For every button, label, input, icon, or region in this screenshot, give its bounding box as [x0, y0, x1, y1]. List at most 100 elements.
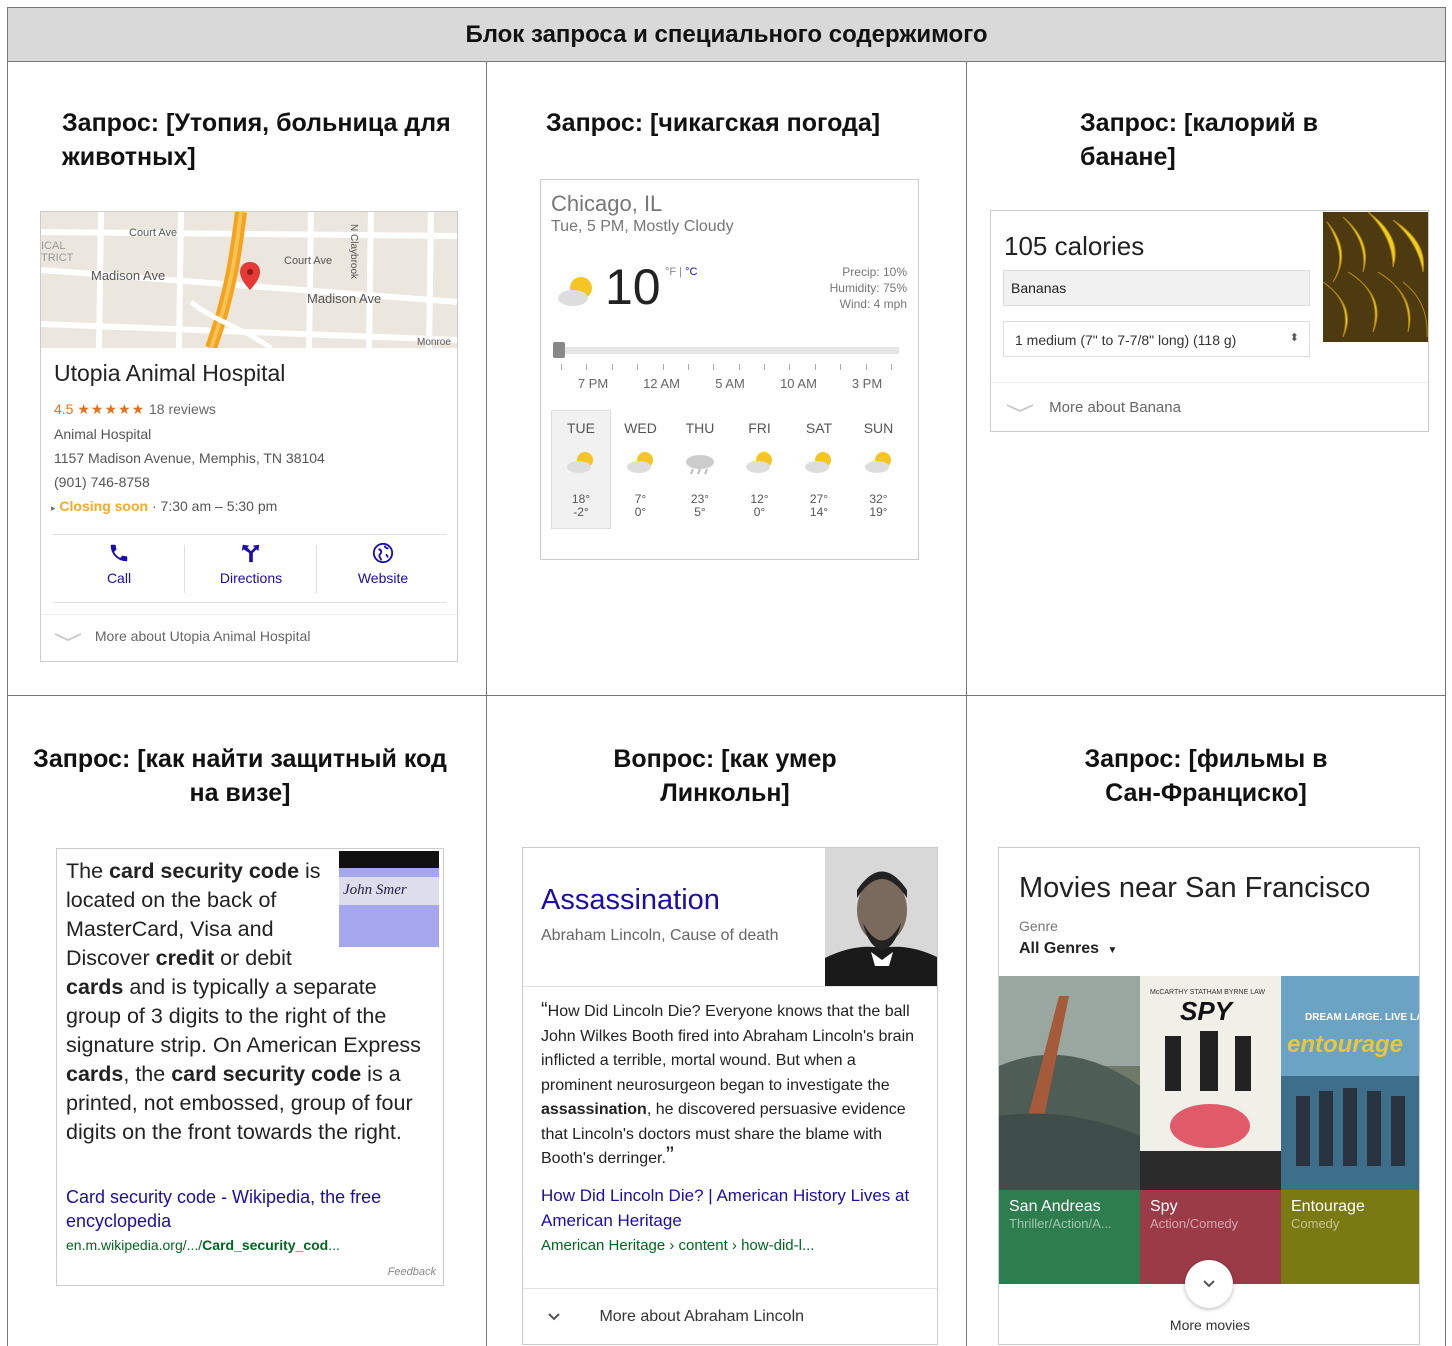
slider-tick [865, 364, 867, 370]
wind: Wind: 4 mph [839, 297, 907, 311]
table-header: Блок запроса и специального содержимого [8, 8, 1445, 62]
movie-tile[interactable]: San Andreas Thriller/Action/A... [999, 976, 1140, 1284]
place-name: Utopia Animal Hospital [54, 360, 286, 386]
unit-fahrenheit[interactable]: °F [665, 266, 676, 278]
local-knowledge-card: Court Ave Court Ave Madison Ave Madison … [40, 211, 458, 662]
movie-tile[interactable]: DREAM LARGE. LIVE LARGER. entourage Ento… [1281, 976, 1419, 1284]
movie-title: Entourage [1291, 1198, 1365, 1215]
food-input[interactable]: Bananas [1003, 270, 1310, 306]
day-name[interactable]: FRI [731, 420, 789, 436]
day-temperature: 32° 19° [850, 493, 908, 519]
low-temp: 0° [753, 505, 766, 519]
map-label: TRICT [41, 252, 74, 264]
reviews-link[interactable]: 18 reviews [149, 401, 216, 417]
map-label: Court Ave [129, 227, 178, 239]
movies-card: Movies near San Francisco Genre All Genr… [998, 847, 1420, 1345]
movie-title: Spy [1150, 1198, 1178, 1215]
rain-cloud-icon [686, 455, 714, 475]
movies-title: Movies near San Francisco [1019, 872, 1371, 904]
lincoln-portrait-image [825, 848, 937, 986]
expand-icon: ▸ [51, 503, 56, 513]
chevron-down-icon [548, 1313, 560, 1321]
serving-select[interactable]: 1 medium (7" to 7-7/8" long) (118 g) ⬍ [1003, 321, 1310, 357]
phone-icon [110, 544, 128, 562]
call-button[interactable]: Call [53, 542, 185, 586]
partly-cloudy-icon [805, 452, 831, 473]
source-url: American Heritage › content › how-did-l.… [541, 1237, 815, 1254]
map-label: Court Ave [284, 255, 333, 267]
divider [53, 534, 447, 535]
slider-tick [713, 364, 715, 370]
closing-status: Closing soon [59, 498, 149, 514]
day-temperature: 12° 0° [731, 493, 789, 519]
time-label: 5 AM [715, 376, 745, 391]
unit-celsius[interactable]: °C [685, 266, 697, 278]
feedback-link[interactable]: Feedback [388, 1266, 436, 1278]
chevron-down-icon [1203, 1280, 1215, 1288]
banana-image [1323, 212, 1428, 342]
place-address: 1157 Madison Avenue, Memphis, TN 38104 [54, 450, 325, 466]
time-slider-handle[interactable] [553, 342, 565, 358]
snippet-text: John Smer The card security code is loca… [66, 851, 439, 1147]
divider [991, 382, 1428, 383]
slider-tick [586, 364, 588, 370]
slider-tick [764, 364, 766, 370]
expand-more-button[interactable] [1185, 1260, 1233, 1308]
place-phone[interactable]: (901) 746-8758 [54, 474, 150, 490]
query-title: Запрос: [как найти защитный код на визе] [33, 745, 447, 807]
more-about-link[interactable]: More about Utopia Animal Hospital [53, 628, 310, 644]
dropdown-arrow-icon: ▼ [1107, 945, 1118, 956]
website-button[interactable]: Website [317, 542, 449, 586]
chevron-down-icon [1006, 404, 1034, 413]
directions-icon [241, 544, 260, 563]
more-movies-link[interactable]: More movies [999, 1317, 1419, 1333]
map-label: Madison Ave [307, 291, 382, 306]
day-temperature: 27° 14° [790, 493, 848, 519]
day-name[interactable]: SAT [790, 420, 848, 436]
precipitation: Precip: 10% [842, 265, 907, 279]
movie-label: Entourage Comedy [1281, 1190, 1419, 1284]
slider-tick [789, 364, 791, 370]
day-name[interactable]: SUN [850, 420, 908, 436]
movie-genre: Thriller/Action/A... [1009, 1216, 1112, 1231]
partly-cloudy-icon [567, 452, 593, 473]
divider [523, 986, 937, 987]
more-about-link[interactable]: More about Banana [1003, 399, 1181, 416]
time-label: 10 AM [780, 376, 817, 391]
weather-location: Chicago, IL [551, 191, 663, 216]
day-name[interactable]: TUE [552, 420, 610, 436]
day-name[interactable]: WED [612, 420, 670, 436]
divider [523, 1288, 937, 1289]
svg-text:McCARTHY STATHAM BYRNE LAW: McCARTHY STATHAM BYRNE LAW [1150, 989, 1266, 996]
result-link[interactable]: Card security code - Wikipedia, the free… [66, 1185, 436, 1233]
nutrition-card: 105 calories Bananas 1 medium (7" to 7-7… [990, 210, 1429, 432]
slider-tick [738, 364, 740, 370]
movie-genre: Action/Comedy [1150, 1216, 1239, 1231]
hours-row[interactable]: ▸ Closing soon · 7:30 am – 5:30 pm [51, 498, 277, 514]
movie-genre: Comedy [1291, 1216, 1340, 1231]
time-label: 3 PM [851, 376, 883, 391]
time-slider-track[interactable] [553, 347, 899, 354]
partly-cloudy-icon [558, 277, 592, 306]
unit-toggle[interactable]: °F | °C [665, 266, 697, 278]
svg-text:John Smer: John Smer [343, 882, 407, 898]
movie-title: San Andreas [1009, 1198, 1101, 1215]
source-link[interactable]: How Did Lincoln Die? | American History … [541, 1183, 926, 1233]
rating-row: 4.5 ★★★★★ 18 reviews [54, 401, 216, 418]
genre-label: Genre [1019, 918, 1058, 934]
svg-text:entourage: entourage [1287, 1031, 1403, 1058]
featured-snippet-card: John Smer The card security code is loca… [56, 848, 444, 1286]
more-about-link[interactable]: More about Abraham Lincoln [547, 1308, 804, 1326]
svg-text:SPY: SPY [1180, 996, 1235, 1026]
day-name[interactable]: THU [671, 420, 729, 436]
answer-title[interactable]: Assassination [541, 884, 720, 917]
low-temp: 19° [869, 505, 888, 519]
map[interactable]: Court Ave Court Ave Madison Ave Madison … [41, 212, 457, 348]
directions-button[interactable]: Directions [185, 542, 317, 586]
slider-tick [687, 364, 689, 370]
result-url: en.m.wikipedia.org/.../Card_security_cod… [66, 1237, 340, 1253]
answer-card: Assassination Abraham Lincoln, Cause of … [522, 847, 938, 1345]
movie-tile[interactable]: McCARTHY STATHAM BYRNE LAW SPY Spy Actio… [1140, 976, 1281, 1284]
genre-dropdown[interactable]: All Genres ▼ [1019, 940, 1117, 958]
humidity: Humidity: 75% [829, 281, 907, 295]
